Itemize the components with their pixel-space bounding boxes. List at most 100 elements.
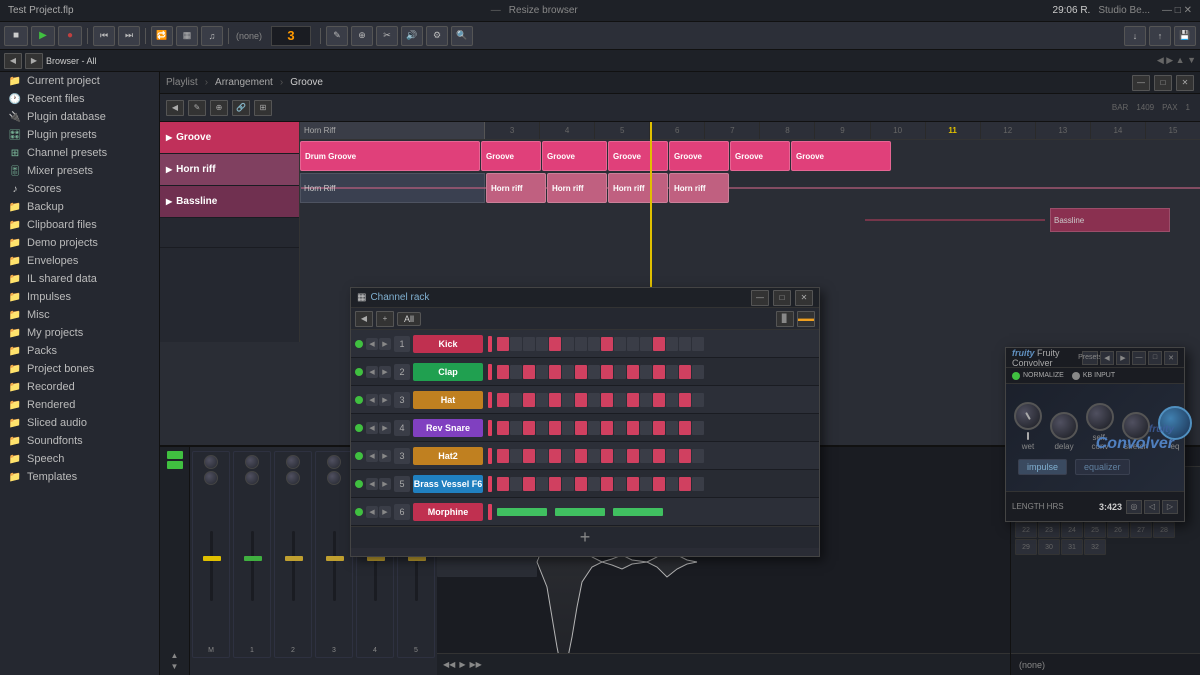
rack-back[interactable]: ◀ (355, 311, 373, 327)
pad[interactable] (666, 449, 678, 463)
mixer-strip-3[interactable]: 2 (274, 451, 312, 658)
vol-knob[interactable] (204, 471, 218, 485)
pad[interactable] (653, 477, 665, 491)
arrow-down[interactable]: ▼ (171, 662, 179, 671)
sidebar-item-templates[interactable]: 📁 Templates (0, 468, 159, 486)
sidebar-item-my-projects[interactable]: 📁 My projects (0, 324, 159, 342)
sidebar-item-project-bones[interactable]: 📁 Project bones (0, 360, 159, 378)
record-button[interactable]: ● (58, 26, 82, 46)
prev-btn[interactable]: ◀◀ (443, 660, 455, 669)
pad[interactable] (614, 365, 626, 379)
mixer-strip-2[interactable]: 1 (233, 451, 271, 658)
pad[interactable] (653, 449, 665, 463)
pattern-button[interactable]: ▦ (176, 26, 198, 46)
pan-knob[interactable] (286, 455, 300, 469)
presets-btn[interactable]: Presets (1082, 351, 1098, 365)
pan-knob[interactable] (245, 455, 259, 469)
track-groove-label[interactable]: ▶ Groove (160, 122, 299, 154)
clip-horn-1[interactable]: Horn riff (486, 173, 546, 203)
pad[interactable] (510, 365, 522, 379)
pad[interactable] (575, 449, 587, 463)
sidebar-item-demo[interactable]: 📁 Demo projects (0, 234, 159, 252)
rack-ctrl[interactable]: ◀ (366, 422, 378, 434)
pad[interactable] (640, 421, 652, 435)
conv-min-btn[interactable]: — (1132, 351, 1146, 365)
pad[interactable] (523, 393, 535, 407)
stop-button[interactable]: ■ (4, 26, 28, 46)
pad[interactable] (497, 449, 509, 463)
rack-minimize[interactable]: — (751, 290, 769, 306)
pad[interactable] (575, 421, 587, 435)
conv-btn3[interactable]: ▷ (1162, 500, 1178, 514)
pad[interactable] (588, 365, 600, 379)
pad[interactable] (614, 337, 626, 351)
playlist-select[interactable]: ⊞ (254, 100, 272, 116)
pad[interactable] (536, 449, 548, 463)
pad[interactable] (666, 337, 678, 351)
pad[interactable] (549, 337, 561, 351)
clip-groove-2[interactable]: Groove (542, 141, 607, 171)
conv-back-btn[interactable]: ◀ (1100, 351, 1114, 365)
pad[interactable] (549, 393, 561, 407)
playlist-minimize[interactable]: — (1132, 75, 1150, 91)
tool5[interactable]: ⚙ (426, 26, 448, 46)
sidebar-item-current-project[interactable]: 📁 Current project (0, 72, 159, 90)
rack-ctrl[interactable]: ◀ (366, 394, 378, 406)
pad[interactable] (588, 477, 600, 491)
song-button[interactable]: ♫ (201, 26, 223, 46)
sidebar-item-mixer-presets[interactable]: 🎚 Mixer presets (0, 162, 159, 180)
fader-thumb[interactable] (326, 556, 344, 561)
playlist-zoom[interactable]: ⊕ (210, 100, 228, 116)
pad[interactable] (640, 477, 652, 491)
pad[interactable] (653, 365, 665, 379)
clip-groove-1[interactable]: Groove (481, 141, 541, 171)
tool1[interactable]: ✎ (326, 26, 348, 46)
pad[interactable] (601, 393, 613, 407)
clip-groove-3[interactable]: Groove (608, 141, 668, 171)
pattern-btn-26[interactable]: 26 (1107, 522, 1129, 538)
vol-knob[interactable] (286, 471, 300, 485)
pad[interactable] (614, 477, 626, 491)
pad[interactable] (653, 337, 665, 351)
pad[interactable] (627, 365, 639, 379)
rack-ctrl2[interactable]: ▶ (379, 450, 391, 462)
playlist-back[interactable]: ◀ (166, 100, 184, 116)
horn-riff-block[interactable]: Horn Riff (300, 173, 485, 203)
sidebar-item-plugin-database[interactable]: 🔌 Plugin database (0, 108, 159, 126)
pad[interactable] (523, 365, 535, 379)
rack-maximize[interactable]: □ (773, 290, 791, 306)
rack-ctrl2[interactable]: ▶ (379, 506, 391, 518)
playlist-tools[interactable]: ✎ (188, 100, 206, 116)
sidebar-item-backup[interactable]: 📁 Backup (0, 198, 159, 216)
pan-knob[interactable] (327, 455, 341, 469)
pad[interactable] (692, 393, 704, 407)
fader-thumb[interactable] (203, 556, 221, 561)
fader-thumb[interactable] (285, 556, 303, 561)
pad[interactable] (640, 393, 652, 407)
tab-equalizer[interactable]: equalizer (1075, 459, 1130, 475)
tool9[interactable]: 💾 (1174, 26, 1196, 46)
back-button[interactable]: ◀ (4, 53, 22, 69)
sidebar-item-sliced-audio[interactable]: 📁 Sliced audio (0, 414, 159, 432)
tool8[interactable]: ↑ (1149, 26, 1171, 46)
pad[interactable] (692, 337, 704, 351)
channel-name-kick[interactable]: Kick (413, 335, 483, 353)
pad[interactable] (692, 365, 704, 379)
pad[interactable] (523, 449, 535, 463)
tool4[interactable]: 🔊 (401, 26, 423, 46)
pad[interactable] (601, 421, 613, 435)
pad[interactable] (679, 365, 691, 379)
pad[interactable] (601, 337, 613, 351)
pad[interactable] (549, 449, 561, 463)
pad[interactable] (497, 337, 509, 351)
rack-add[interactable]: + (376, 311, 394, 327)
pattern-btn-27[interactable]: 27 (1130, 522, 1152, 538)
sidebar-item-packs[interactable]: 📁 Packs (0, 342, 159, 360)
pad[interactable] (588, 421, 600, 435)
sidebar-item-misc[interactable]: 📁 Misc (0, 306, 159, 324)
tool7[interactable]: ↓ (1124, 26, 1146, 46)
channel-name-revsnare[interactable]: Rev Snare (413, 419, 483, 437)
pad[interactable] (679, 477, 691, 491)
mixer-strip-1[interactable]: M (192, 451, 230, 658)
rack-close[interactable]: ✕ (795, 290, 813, 306)
